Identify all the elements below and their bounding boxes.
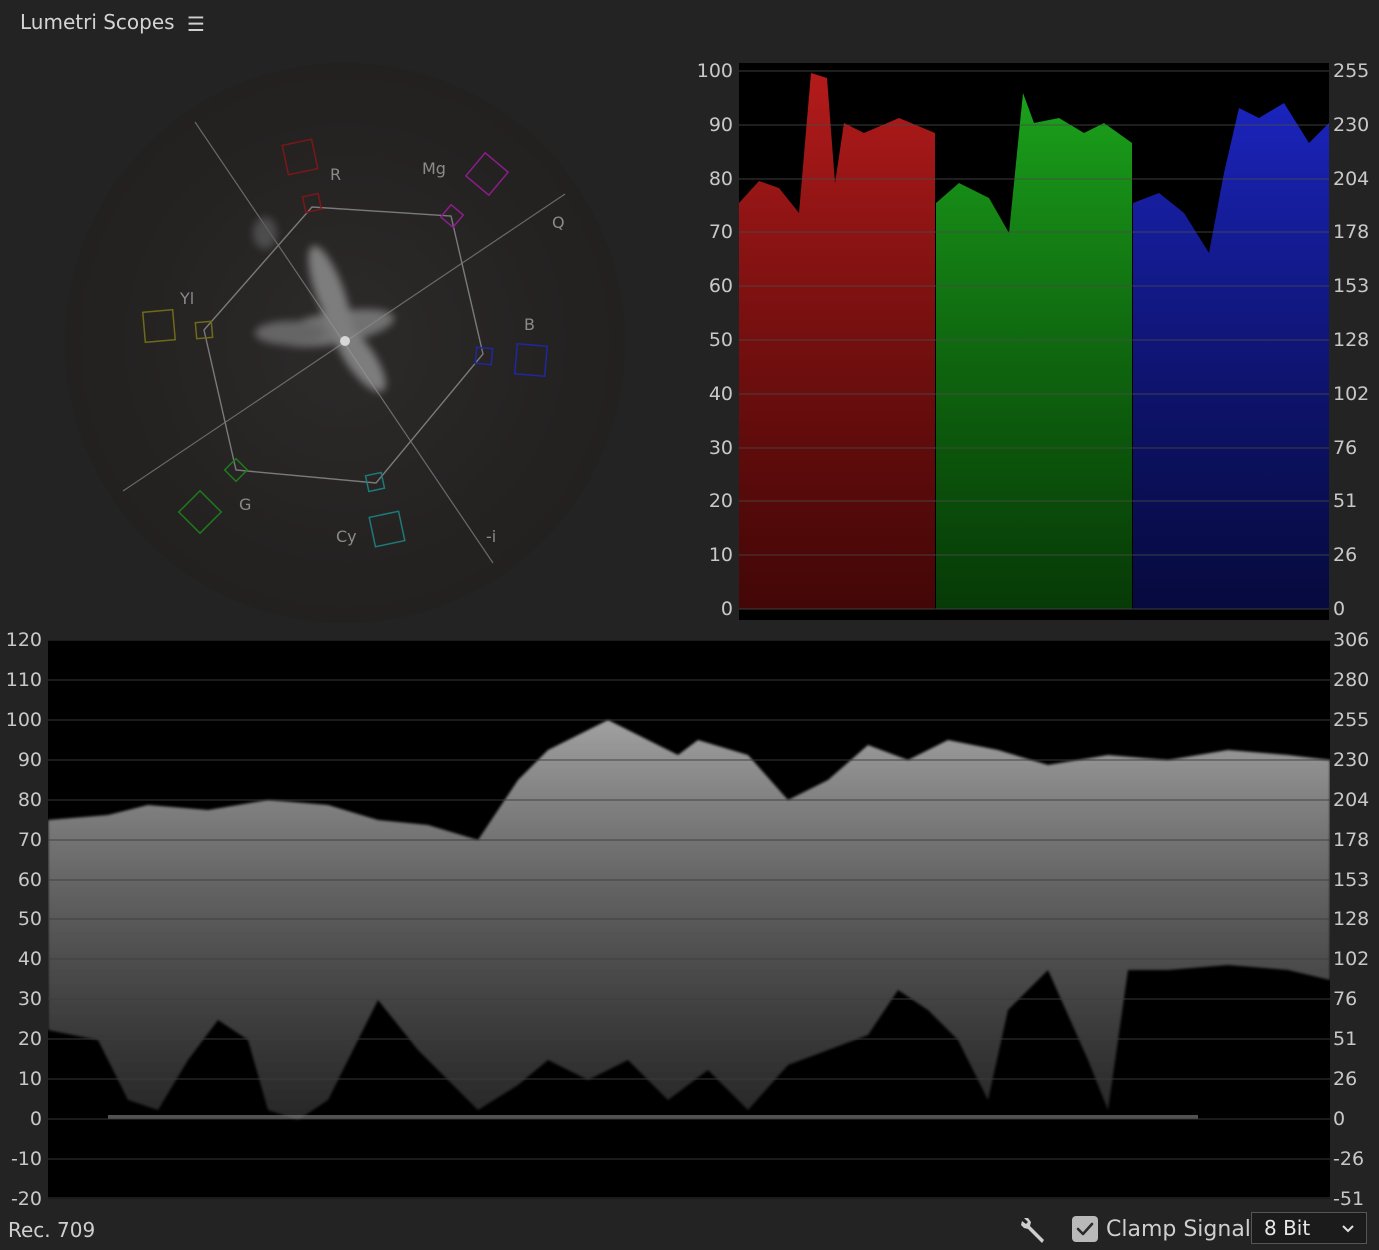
label-b: B <box>524 315 535 334</box>
parade-right-tick: 178 <box>1333 221 1370 243</box>
clamp-signal-toggle[interactable]: Clamp Signal <box>1072 1213 1251 1245</box>
clamp-signal-checkbox[interactable] <box>1072 1216 1098 1242</box>
waveform-left-tick: 90 <box>17 749 42 771</box>
waveform-right-tick: 306 <box>1333 629 1370 651</box>
parade-right-tick: 76 <box>1333 437 1358 459</box>
waveform-right-tick: -51 <box>1333 1188 1365 1210</box>
label-yl: Yl <box>179 289 194 308</box>
label-q: Q <box>552 213 565 232</box>
label-mg: Mg <box>422 159 446 178</box>
parade-right-tick: 153 <box>1333 275 1370 297</box>
parade-left-tick: 100 <box>696 60 733 82</box>
waveform-right-tick: 255 <box>1333 709 1370 731</box>
waveform-left-tick: 80 <box>17 789 42 811</box>
waveform-right-tick: 204 <box>1333 789 1370 811</box>
parade-left-tick: 80 <box>708 168 733 190</box>
parade-left-tick: 40 <box>708 383 733 405</box>
waveform-right-tick: 128 <box>1333 908 1370 930</box>
waveform-left-tick: 50 <box>17 908 42 930</box>
waveform-left-tick: -10 <box>10 1148 42 1170</box>
parade-left-tick: 10 <box>708 544 733 566</box>
waveform-left-tick: 120 <box>5 629 42 651</box>
waveform-left-tick: 40 <box>17 948 42 970</box>
parade-red-trace <box>739 73 935 609</box>
parade-left-tick: 60 <box>708 275 733 297</box>
parade-right-tick: 128 <box>1333 329 1370 351</box>
waveform-right-tick: 280 <box>1333 669 1370 691</box>
waveform-black-floor <box>108 1115 1198 1119</box>
waveform-left-tick: 0 <box>29 1108 42 1130</box>
waveform-left-tick: 70 <box>17 829 42 851</box>
vectorscope: R Mg Q Yl B G Cy -i <box>65 63 625 623</box>
parade-right-tick: 0 <box>1333 598 1346 620</box>
label-r: R <box>330 165 341 184</box>
waveform-left-tick: 60 <box>17 869 42 891</box>
waveform-right-tick: 0 <box>1333 1108 1346 1130</box>
parade-left-tick: 90 <box>708 114 733 136</box>
parade-right-tick: 230 <box>1333 114 1370 136</box>
waveform-right-tick: 153 <box>1333 869 1370 891</box>
bit-depth-select[interactable]: 8 Bit <box>1251 1212 1367 1244</box>
parade-right-tick: 26 <box>1333 544 1358 566</box>
bit-depth-value: 8 Bit <box>1264 1216 1311 1240</box>
label-g: G <box>239 495 251 514</box>
rgb-parade <box>739 63 1329 620</box>
label-neg-i: -i <box>486 527 496 546</box>
parade-right-tick: 255 <box>1333 60 1370 82</box>
waveform-right-tick: 230 <box>1333 749 1370 771</box>
hamburger-icon[interactable]: ☰ <box>187 12 205 36</box>
colorspace-label[interactable]: Rec. 709 <box>8 1218 95 1242</box>
waveform-right-tick: 26 <box>1333 1068 1358 1090</box>
parade-green-trace <box>936 93 1132 609</box>
waveform-right-tick: 178 <box>1333 829 1370 851</box>
waveform-left-tick: 20 <box>17 1028 42 1050</box>
panel-header: Lumetri Scopes ☰ <box>0 0 1379 50</box>
panel-title: Lumetri Scopes <box>20 10 175 34</box>
waveform-trace <box>48 720 1330 1120</box>
waveform-right-tick: 51 <box>1333 1028 1358 1050</box>
waveform-right-tick: 102 <box>1333 948 1370 970</box>
checkmark-icon <box>1076 1222 1094 1236</box>
parade-right-tick: 51 <box>1333 490 1358 512</box>
parade-right-tick: 102 <box>1333 383 1370 405</box>
parade-left-tick: 20 <box>708 490 733 512</box>
waveform-right-tick: -26 <box>1333 1148 1365 1170</box>
luma-waveform <box>48 640 1330 1199</box>
parade-left-tick: 50 <box>708 329 733 351</box>
parade-left-tick: 30 <box>708 437 733 459</box>
parade-left-tick: 70 <box>708 221 733 243</box>
chevron-down-icon <box>1342 1225 1354 1233</box>
parade-right-tick: 204 <box>1333 168 1370 190</box>
wrench-icon[interactable] <box>1018 1214 1050 1246</box>
waveform-right-tick: 76 <box>1333 988 1358 1010</box>
waveform-gridlines <box>48 640 1330 1199</box>
waveform-left-tick: 30 <box>17 988 42 1010</box>
parade-left-tick: 0 <box>720 598 733 620</box>
waveform-left-tick: 100 <box>5 709 42 731</box>
waveform-left-tick: -20 <box>10 1188 42 1210</box>
label-cy: Cy <box>336 527 357 546</box>
waveform-left-tick: 110 <box>5 669 42 691</box>
waveform-left-tick: 10 <box>17 1068 42 1090</box>
clamp-signal-label: Clamp Signal <box>1106 1216 1251 1242</box>
